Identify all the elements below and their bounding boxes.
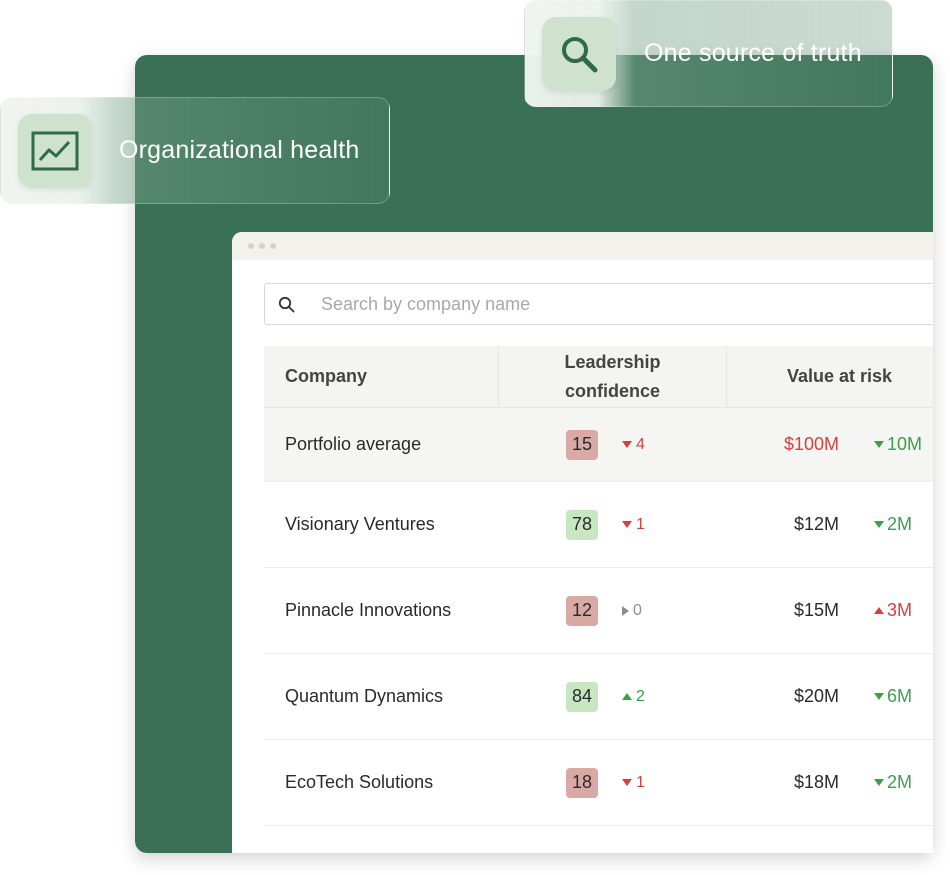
confidence-score-badge: 18 [566, 767, 598, 798]
window-dot [248, 243, 254, 249]
table-row[interactable]: Visionary Ventures 78 1 $12M 2M [264, 482, 933, 568]
triangle-up-icon [622, 693, 632, 700]
value-at-risk-amount: $12M [793, 514, 839, 534]
one-source-of-truth-chip: One source of truth [524, 0, 893, 107]
value-at-risk-cell: $100M 10M [727, 434, 933, 455]
window-dot [270, 243, 276, 249]
triangle-up-icon [874, 607, 884, 614]
line-chart-icon [18, 113, 92, 188]
leadership-confidence-cell: 12 0 [499, 595, 727, 626]
portfolio-table: Company Leadership confidence Value at ri… [264, 346, 933, 826]
table-row[interactable]: EcoTech Solutions 18 1 $18M 2M [264, 740, 933, 826]
triangle-down-icon [874, 521, 884, 528]
value-at-risk-cell: $15M 3M [727, 600, 933, 621]
confidence-score-badge: 78 [566, 509, 598, 540]
app-window: Company Leadershipconfidence Value at ri… [232, 232, 933, 853]
window-dot [259, 243, 265, 249]
table-header: Company Leadership confidence Value at ri… [264, 346, 933, 408]
search-icon [277, 295, 295, 313]
company-search-input[interactable] [321, 293, 881, 315]
triangle-down-icon [874, 441, 884, 448]
triangle-down-icon [622, 779, 632, 786]
confidence-score-badge: 15 [566, 429, 598, 460]
table-row[interactable]: Pinnacle Innovations 12 0 $15M 3M [264, 568, 933, 654]
value-at-risk-delta: 6M [874, 686, 912, 707]
table-row[interactable]: Portfolio average 15 4 $100M 10M [264, 408, 933, 482]
confidence-score-badge: 84 [566, 681, 598, 712]
value-at-risk-amount: $18M [793, 772, 839, 792]
organizational-health-label: Organizational health [119, 136, 360, 164]
triangle-down-icon [874, 779, 884, 786]
company-name: EcoTech Solutions [285, 772, 434, 792]
value-at-risk-delta: 2M [874, 772, 912, 793]
column-header-leadership-confidence[interactable]: Leadership confidence [499, 346, 727, 407]
triangle-down-icon [874, 693, 884, 700]
leadership-confidence-cell: 78 1 [499, 509, 727, 540]
company-name: Pinnacle Innovations [285, 600, 452, 620]
value-at-risk-cell: $12M 2M [727, 514, 933, 535]
value-at-risk-delta: 10M [874, 434, 922, 455]
value-at-risk-amount: $100M [783, 434, 839, 454]
search-icon [542, 16, 616, 91]
marketing-stage: Organizational health One source of trut… [0, 0, 950, 875]
table-body: Portfolio average 15 4 $100M 10M Visionary Ve… [264, 408, 933, 826]
leadership-confidence-cell: 84 2 [499, 681, 727, 712]
confidence-delta: 2 [622, 688, 645, 706]
leadership-confidence-cell: 15 4 [499, 429, 727, 460]
triangle-down-icon [622, 441, 632, 448]
confidence-delta: 0 [622, 602, 642, 620]
value-at-risk-cell: $18M 2M [727, 772, 933, 793]
value-at-risk-delta: 2M [874, 514, 912, 535]
confidence-delta: 4 [622, 436, 645, 454]
company-name: Quantum Dynamics [285, 686, 444, 706]
one-source-of-truth-label: One source of truth [644, 39, 862, 67]
confidence-delta: 1 [622, 774, 645, 792]
triangle-right-icon [622, 605, 629, 616]
value-at-risk-delta: 3M [874, 600, 912, 621]
value-at-risk-amount: $20M [793, 686, 839, 706]
triangle-down-icon [622, 521, 632, 528]
confidence-score-badge: 12 [566, 595, 598, 626]
column-header-company[interactable]: Company [264, 346, 499, 407]
confidence-delta: 1 [622, 516, 645, 534]
company-search-bar[interactable] [264, 283, 933, 325]
value-at-risk-cell: $20M 6M [727, 686, 933, 707]
value-at-risk-amount: $15M [793, 600, 839, 620]
window-titlebar [232, 232, 933, 260]
organizational-health-chip: Organizational health [0, 97, 390, 204]
leadership-confidence-cell: 18 1 [499, 767, 727, 798]
table-row[interactable]: Quantum Dynamics 84 2 $20M 6M [264, 654, 933, 740]
company-name: Visionary Ventures [285, 514, 435, 534]
company-name: Portfolio average [285, 434, 422, 454]
column-header-value-at-risk[interactable]: Value at risk [727, 346, 933, 407]
